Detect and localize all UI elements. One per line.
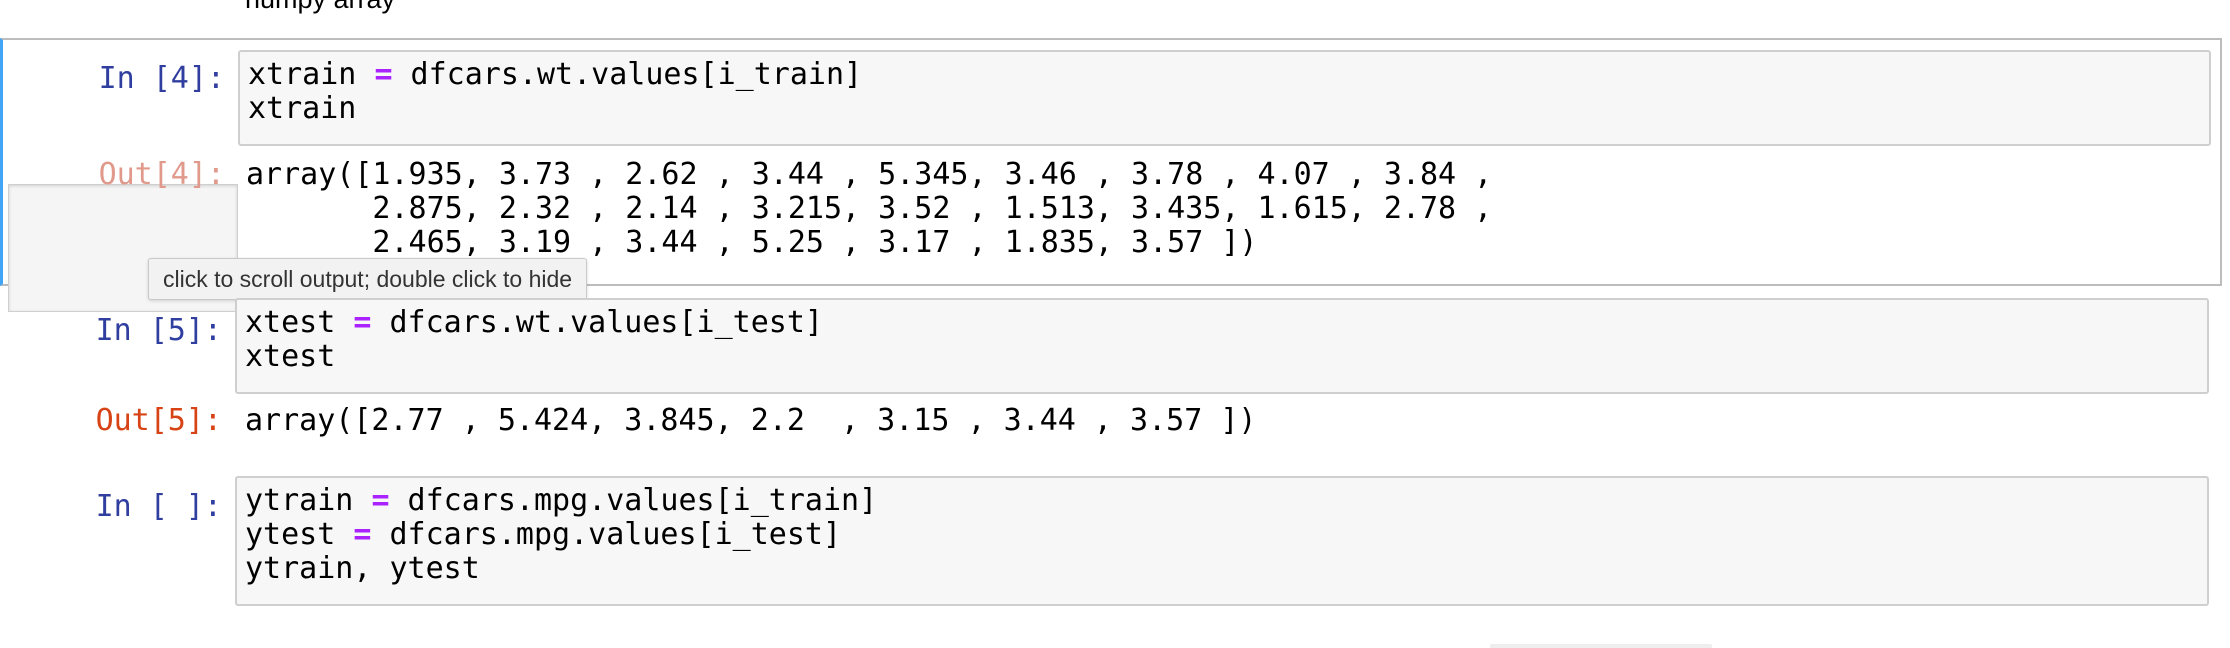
output-tooltip: click to scroll output; double click to … bbox=[148, 258, 588, 300]
output-prompt: Out[4]: bbox=[98, 157, 225, 192]
code-token: dfcars.wt.values[i_test] bbox=[371, 305, 823, 340]
code-cell-new[interactable]: In [ ]: ytrain = dfcars.mpg.values[i_tra… bbox=[0, 476, 2230, 612]
code-text[interactable]: ytrain = dfcars.mpg.values[i_train] ytes… bbox=[245, 484, 2199, 586]
code-token: dfcars.mpg.values[i_train] bbox=[389, 483, 878, 518]
input-prompt: In [ ]: bbox=[95, 489, 222, 524]
code-token: ytest bbox=[245, 517, 354, 552]
code-text[interactable]: xtest = dfcars.wt.values[i_test] xtest bbox=[245, 306, 2199, 374]
output-text: array([2.77 , 5.424, 3.845, 2.2 , 3.15 ,… bbox=[245, 403, 1257, 438]
operator-token: = bbox=[371, 483, 390, 518]
code-token: xtrain bbox=[248, 57, 375, 92]
output-text: array([1.935, 3.73 , 2.62 , 3.44 , 5.345… bbox=[246, 157, 1493, 260]
code-editor[interactable]: xtrain = dfcars.wt.values[i_train] xtrai… bbox=[238, 50, 2211, 146]
operator-token: = bbox=[374, 57, 393, 92]
code-token: xtest bbox=[245, 339, 336, 374]
code-token: dfcars.wt.values[i_train] bbox=[392, 57, 863, 92]
code-editor[interactable]: ytrain = dfcars.mpg.values[i_train] ytes… bbox=[235, 476, 2209, 606]
input-prompt: In [5]: bbox=[95, 313, 222, 348]
code-token: dfcars.mpg.values[i_test] bbox=[371, 517, 842, 552]
operator-token: = bbox=[353, 517, 372, 552]
code-token: xtest bbox=[245, 305, 354, 340]
notebook-area: numpy array In [4]: xtrain = dfcars.wt.v… bbox=[0, 0, 2230, 648]
code-token: ytrain bbox=[245, 483, 372, 518]
input-prompt: In [4]: bbox=[98, 61, 225, 96]
code-token: xtrain bbox=[248, 91, 357, 126]
code-editor[interactable]: xtest = dfcars.wt.values[i_test] xtest bbox=[235, 298, 2209, 394]
code-cell-4[interactable]: In [4]: xtrain = dfcars.wt.values[i_trai… bbox=[0, 38, 2222, 312]
code-token: ytrain, ytest bbox=[245, 551, 480, 586]
previous-output-text: numpy array bbox=[245, 0, 395, 15]
operator-token: = bbox=[353, 305, 372, 340]
code-cell-5[interactable]: In [5]: xtest = dfcars.wt.values[i_test]… bbox=[0, 296, 2230, 446]
scroll-hint bbox=[1490, 644, 1712, 648]
output-prompt: Out[5]: bbox=[95, 403, 222, 438]
code-text[interactable]: xtrain = dfcars.wt.values[i_train] xtrai… bbox=[248, 58, 2201, 126]
